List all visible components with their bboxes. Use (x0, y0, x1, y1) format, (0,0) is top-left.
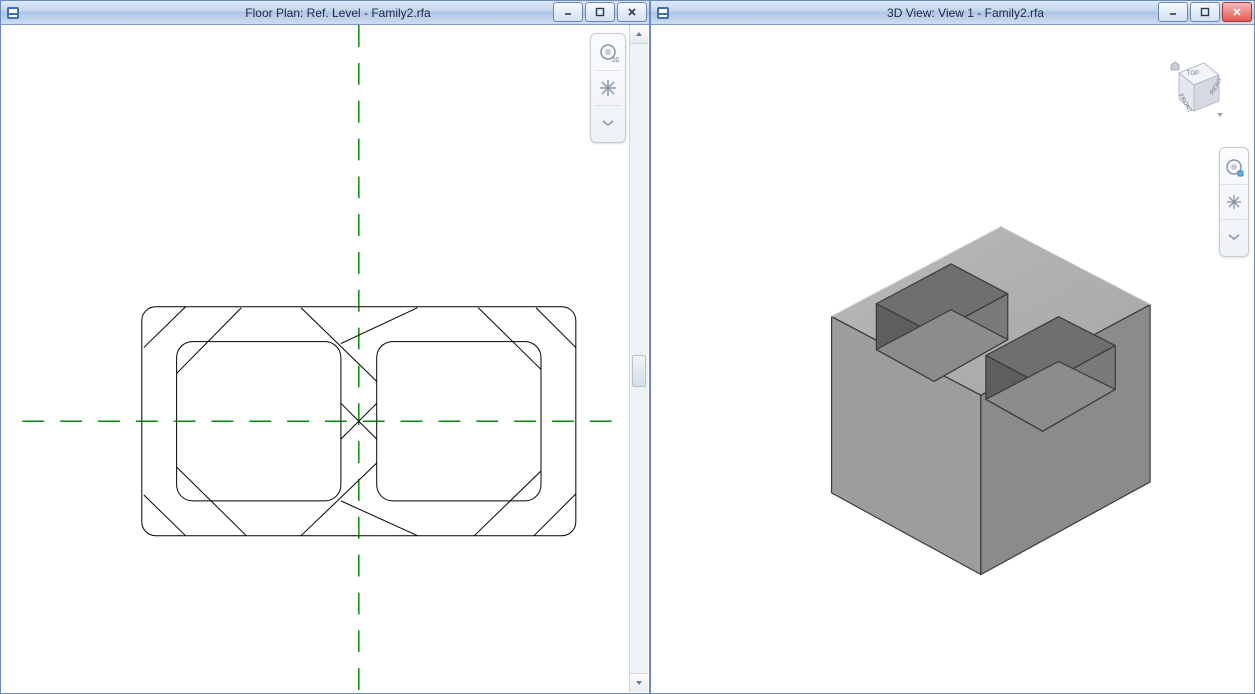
titlebar-left[interactable]: Floor Plan: Ref. Level - Family2.rfa (1, 1, 649, 25)
scroll-up-icon[interactable] (630, 25, 648, 44)
chevron-down-icon[interactable] (1221, 219, 1247, 250)
pan-icon[interactable] (1221, 184, 1247, 215)
scroll-down-icon[interactable] (630, 673, 648, 692)
block-3d (652, 25, 1253, 692)
desktop: Floor Plan: Ref. Level - Family2.rfa (0, 0, 1255, 694)
viewport-plan[interactable]: 2D (2, 25, 630, 692)
close-button[interactable] (617, 2, 647, 22)
chevron-down-icon[interactable] (595, 105, 621, 136)
maximize-button[interactable] (585, 2, 615, 22)
svg-text:2D: 2D (612, 58, 619, 64)
scroll-thumb[interactable] (632, 355, 646, 387)
window-floor-plan: Floor Plan: Ref. Level - Family2.rfa (0, 0, 650, 694)
steering-wheel-icon[interactable] (1221, 154, 1247, 180)
maximize-button[interactable] (1190, 2, 1220, 22)
viewport-3d[interactable]: TOP FRONT RIGHT (652, 25, 1253, 692)
window-buttons-right (1158, 2, 1252, 22)
titlebar-right[interactable]: 3D View: View 1 - Family2.rfa (651, 1, 1254, 25)
nav-palette-right (1219, 147, 1249, 257)
viewcube[interactable]: TOP FRONT RIGHT (1159, 53, 1229, 123)
app-icon (5, 5, 21, 21)
window-buttons-left (553, 2, 647, 22)
vertical-scrollbar[interactable] (629, 25, 648, 692)
minimize-button[interactable] (1158, 2, 1188, 22)
nav-palette-left: 2D (590, 33, 626, 143)
svg-text:TOP: TOP (1187, 71, 1199, 77)
app-icon (655, 5, 671, 21)
steering-wheel-2d-icon[interactable]: 2D (595, 40, 621, 66)
minimize-button[interactable] (553, 2, 583, 22)
close-button[interactable] (1222, 2, 1252, 22)
pan-icon[interactable] (595, 70, 621, 101)
plan-drawing (2, 25, 630, 692)
window-3d-view: 3D View: View 1 - Family2.rfa (650, 0, 1255, 694)
